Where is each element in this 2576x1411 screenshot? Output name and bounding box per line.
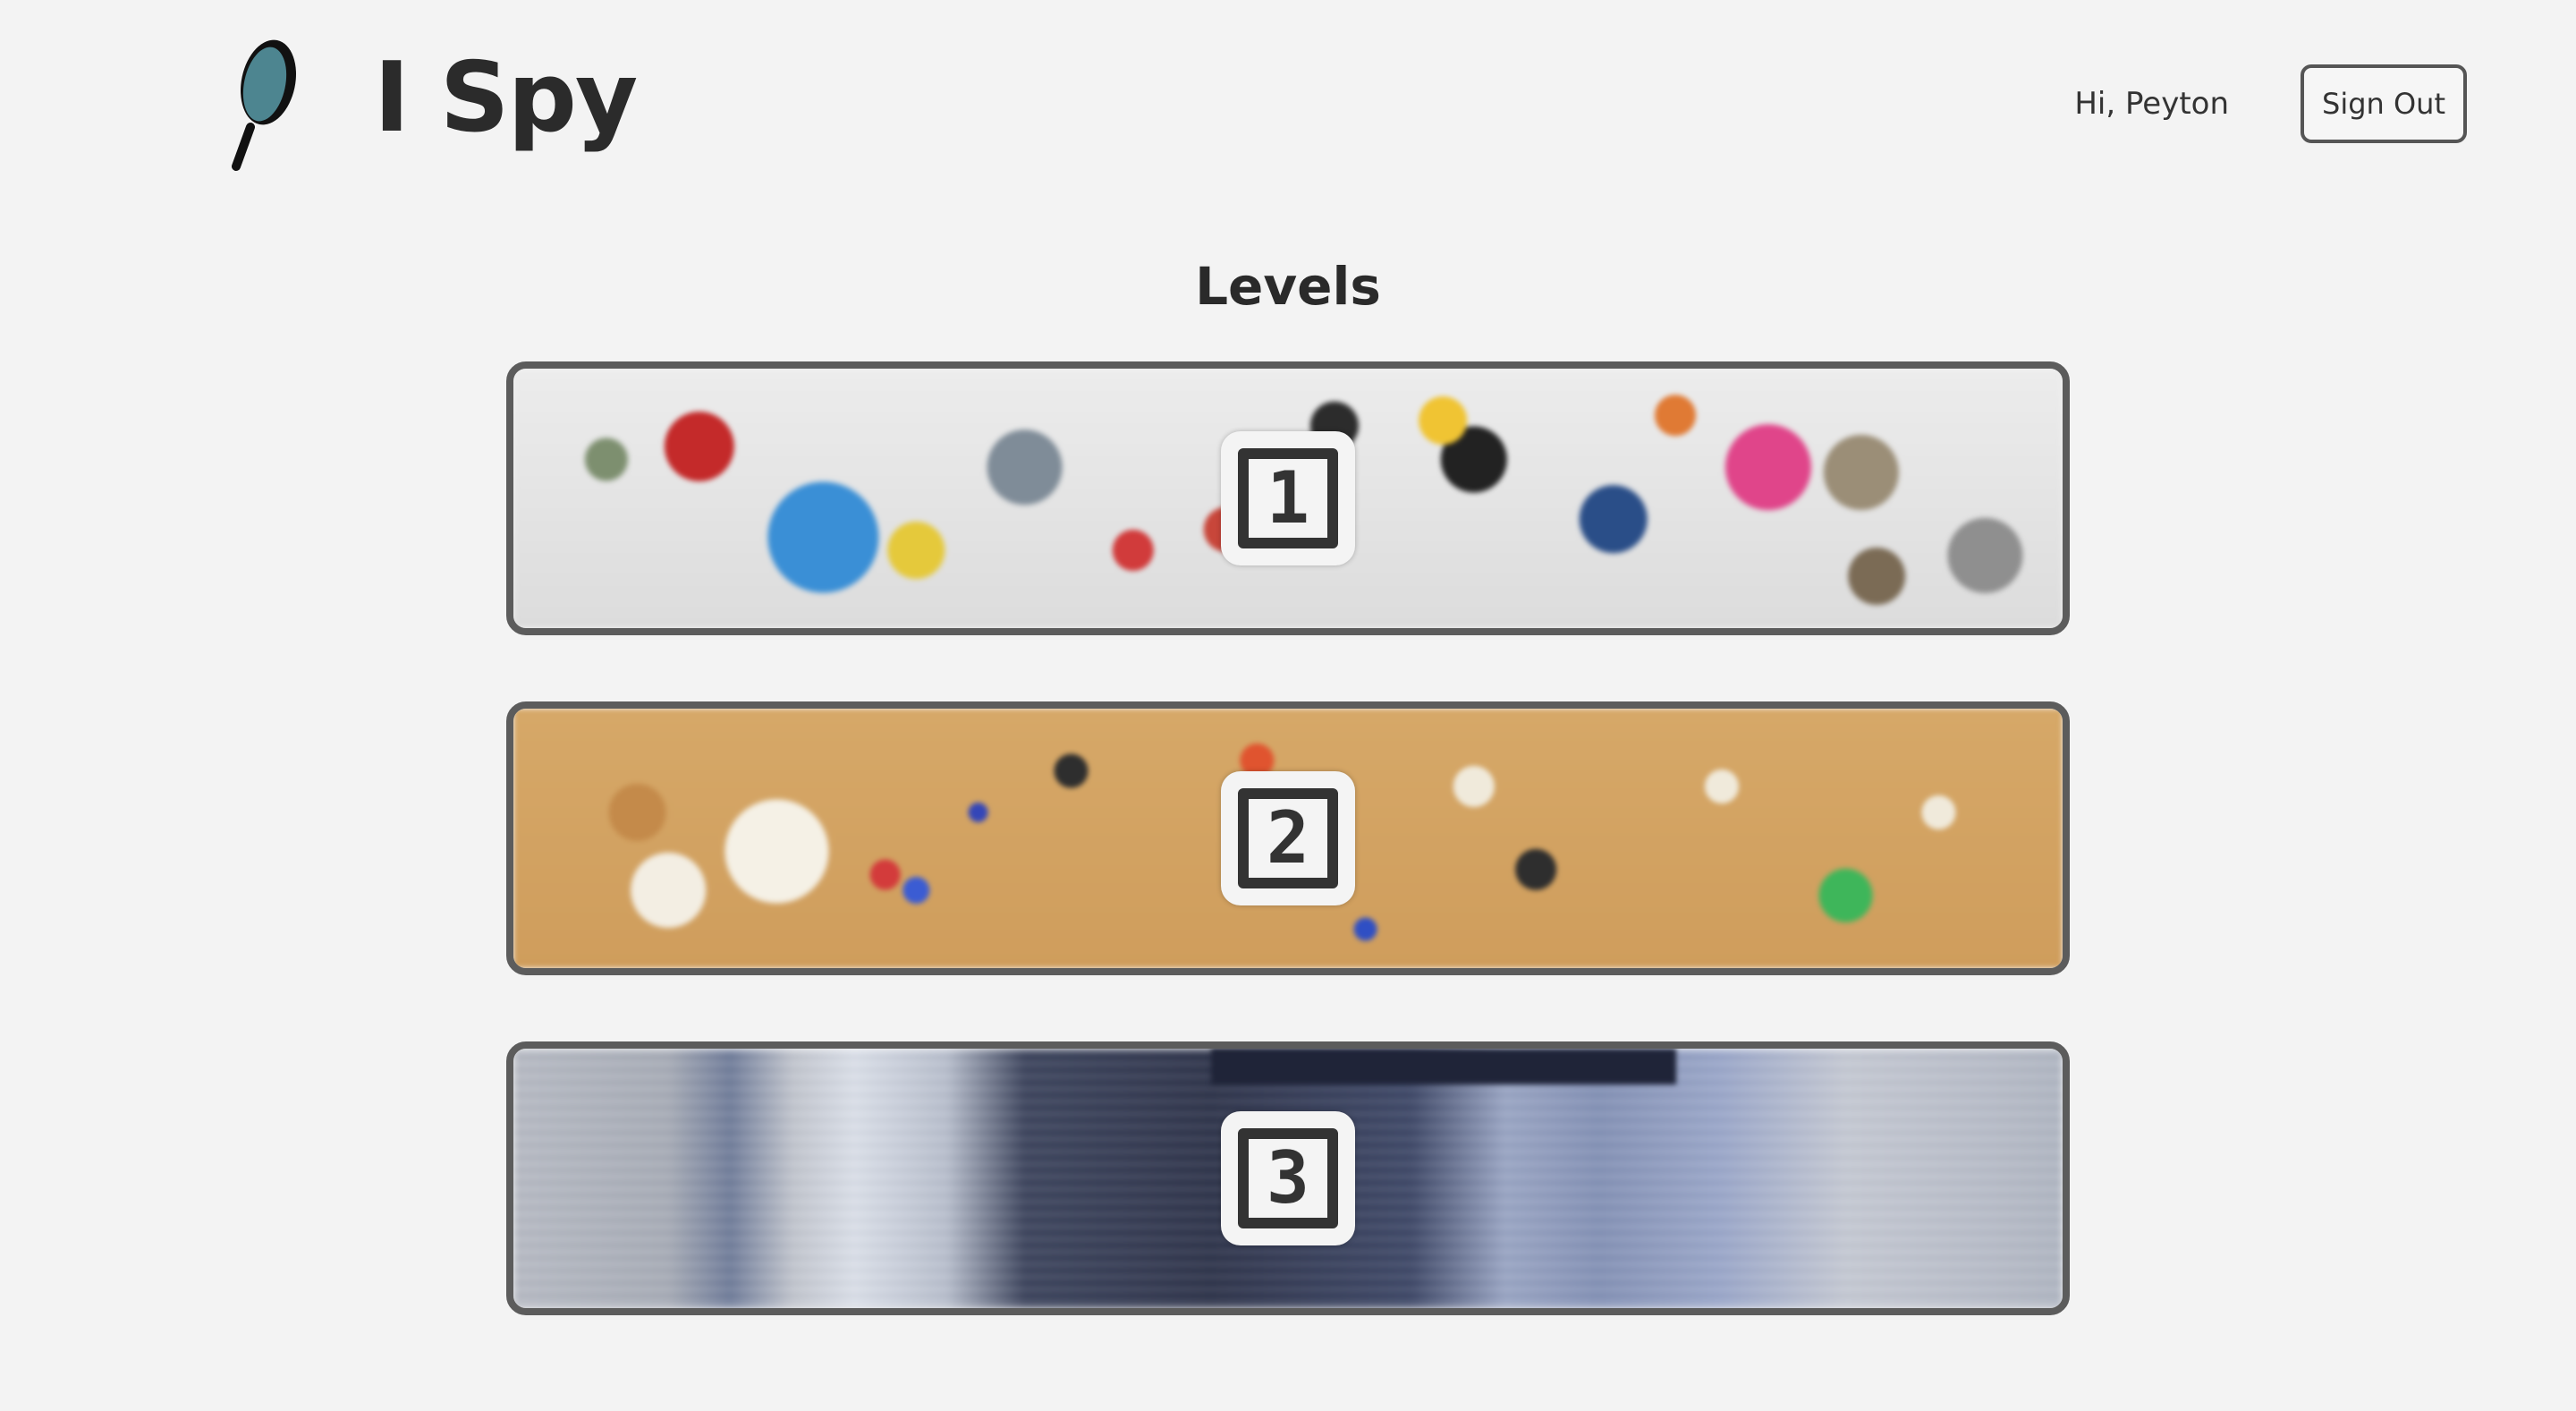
level-number: 3: [1238, 1128, 1338, 1228]
level-card-2[interactable]: 2: [506, 701, 2070, 975]
magnifying-glass-icon: [232, 39, 296, 171]
level-number: 2: [1238, 788, 1338, 888]
header: I Spy Hi, Peyton Sign Out: [0, 0, 2576, 206]
level-card-1[interactable]: 1: [506, 361, 2070, 635]
porch-shadow: [1211, 1049, 1676, 1084]
level-badge: 2: [1221, 771, 1355, 905]
level-badge: 1: [1221, 431, 1355, 565]
sign-out-button[interactable]: Sign Out: [2301, 64, 2467, 143]
user-greeting: Hi, Peyton: [2074, 86, 2229, 122]
level-badge: 3: [1221, 1111, 1355, 1245]
app-title: I Spy: [374, 42, 638, 154]
level-number: 1: [1238, 448, 1338, 548]
level-card-3[interactable]: 3: [506, 1041, 2070, 1315]
levels-heading: Levels: [1195, 256, 1381, 317]
